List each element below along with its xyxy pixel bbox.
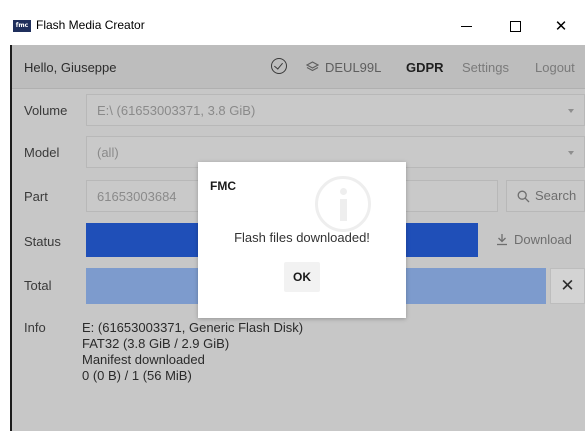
layers-icon xyxy=(306,61,319,72)
minimize-button[interactable] xyxy=(443,12,489,40)
fmc-dialog: FMC Flash files downloaded! OK xyxy=(198,162,406,318)
maximize-icon xyxy=(509,20,521,32)
header-bar: Hello, Giuseppe DEUL99L GDPR Settings Lo… xyxy=(10,45,585,89)
volume-value: E:\ (61653003371, 3.8 GiB) xyxy=(97,103,256,118)
logout-button[interactable]: Logout xyxy=(535,60,575,75)
ok-button[interactable]: OK xyxy=(284,262,320,292)
status-label: Status xyxy=(24,234,61,249)
download-button[interactable]: Download xyxy=(490,225,585,255)
chevron-down-icon xyxy=(568,109,574,113)
info-label: Info xyxy=(24,320,46,335)
info-line: Manifest downloaded xyxy=(82,352,205,367)
part-value: 61653003684 xyxy=(97,189,177,204)
volume-select[interactable]: E:\ (61653003371, 3.8 GiB) xyxy=(86,94,585,126)
info-line: E: (61653003371, Generic Flash Disk) xyxy=(82,320,304,335)
chevron-down-icon xyxy=(568,151,574,155)
search-button[interactable]: Search xyxy=(506,180,585,212)
info-icon xyxy=(315,176,371,232)
dialog-title: FMC xyxy=(210,179,236,193)
gdpr-button[interactable]: GDPR xyxy=(404,58,446,78)
window-title: Flash Media Creator xyxy=(36,18,145,32)
info-line: 0 (0 B) / 1 (56 MiB) xyxy=(82,368,192,383)
model-value: (all) xyxy=(97,145,119,160)
info-block: E: (61653003371, Generic Flash Disk) FAT… xyxy=(82,320,303,384)
minimize-icon xyxy=(460,25,472,27)
greeting-text: Hello, Giuseppe xyxy=(24,60,117,75)
info-line: FAT32 (3.8 GiB / 2.9 GiB) xyxy=(82,336,230,351)
model-label: Model xyxy=(24,145,60,160)
settings-button[interactable]: Settings xyxy=(462,60,509,75)
window-left-border xyxy=(10,45,12,431)
title-bar: fmc Flash Media Creator ✕ xyxy=(0,0,585,44)
download-label: Download xyxy=(514,232,572,247)
close-window-button[interactable]: ✕ xyxy=(538,12,584,40)
maximize-button[interactable] xyxy=(492,12,538,40)
download-icon xyxy=(497,234,507,246)
cancel-total-button[interactable]: ✕ xyxy=(550,268,585,304)
total-label: Total xyxy=(24,278,52,293)
search-icon xyxy=(517,190,530,203)
dialog-message: Flash files downloaded! xyxy=(234,230,370,245)
search-label: Search xyxy=(535,188,577,203)
app-logo-icon: fmc xyxy=(13,20,31,32)
volume-label: Volume xyxy=(24,103,68,118)
dealer-code[interactable]: DEUL99L xyxy=(325,60,381,75)
part-label: Part xyxy=(24,189,48,204)
check-circle-icon xyxy=(271,58,287,74)
